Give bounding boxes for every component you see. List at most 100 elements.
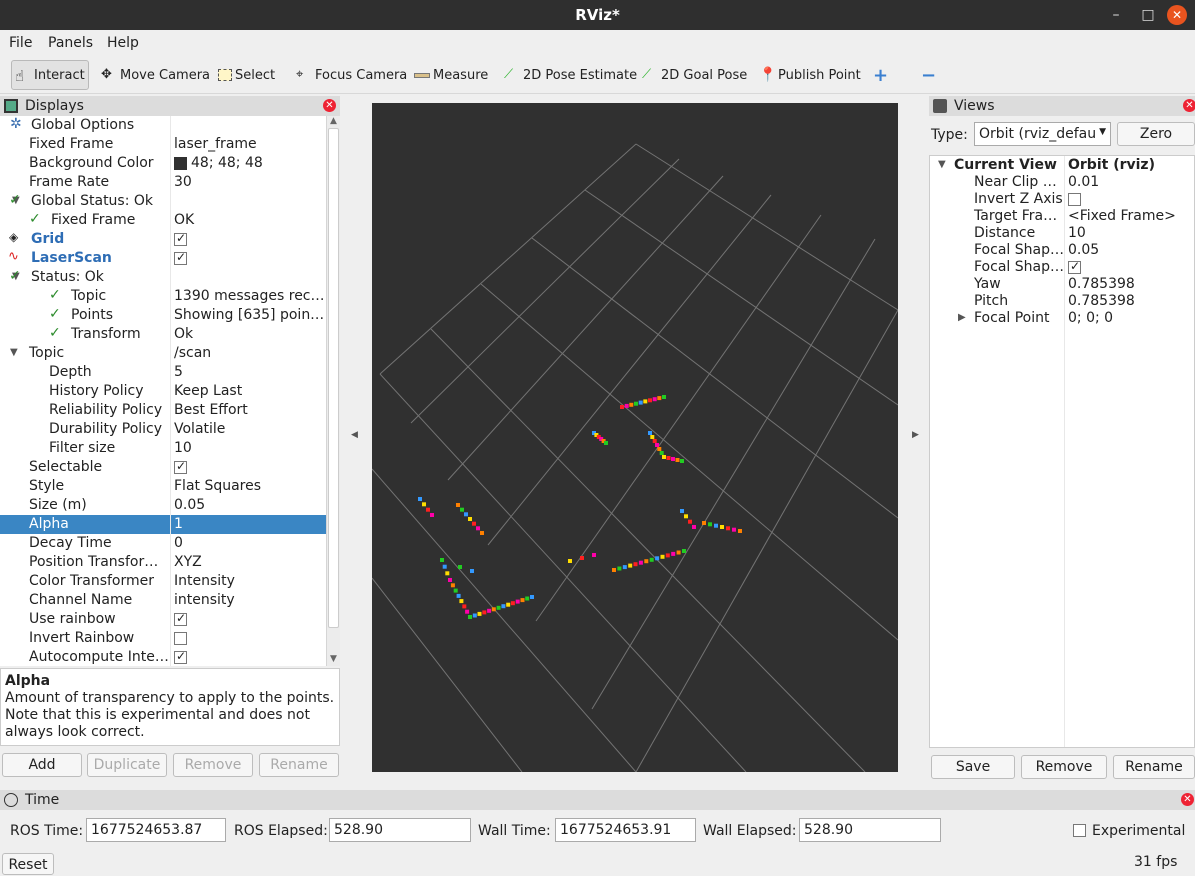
zero-button[interactable]: Zero (1117, 122, 1195, 146)
property-value[interactable]: 48; 48; 48 (174, 155, 263, 171)
property-value[interactable]: 1 (174, 516, 183, 532)
display-property-row[interactable]: Decay Time 0 (0, 534, 326, 553)
collapse-left-icon[interactable]: ◀ (351, 430, 358, 440)
property-checkbox[interactable] (174, 231, 187, 247)
pose-estimate-tool[interactable]: ⟋ 2D Pose Estimate (504, 60, 637, 90)
displays-scrollbar[interactable]: ▲ ▼ (326, 116, 340, 666)
property-checkbox[interactable] (174, 611, 187, 627)
close-icon[interactable]: ✕ (1181, 793, 1194, 806)
view-property-value[interactable]: 0.785398 (1068, 293, 1135, 309)
display-property-row[interactable]: Frame Rate 30 (0, 173, 326, 192)
view-property-row[interactable]: Pitch 0.785398 (930, 293, 1194, 310)
property-value[interactable]: 0.05 (174, 497, 205, 513)
expand-arrow-icon[interactable]: ▼ (938, 159, 946, 170)
view-property-row[interactable]: Focal Shap… (930, 259, 1194, 276)
property-checkbox[interactable] (174, 250, 187, 266)
display-property-row[interactable]: Style Flat Squares (0, 477, 326, 496)
ros-elapsed-field[interactable]: 528.90 (329, 818, 471, 842)
property-value[interactable]: Keep Last (174, 383, 242, 399)
display-property-row[interactable]: Fixed Frame laser_frame (0, 135, 326, 154)
property-value[interactable]: 5 (174, 364, 183, 380)
remove-tool-icon[interactable]: − (921, 60, 936, 90)
view-property-row[interactable]: Near Clip … 0.01 (930, 174, 1194, 191)
display-property-row[interactable]: ✓ Points Showing [635] poin… (0, 306, 326, 325)
expand-arrow-icon[interactable]: ▶ (958, 312, 966, 323)
remove-display-button[interactable]: Remove (173, 753, 253, 777)
display-property-row[interactable]: ✓ Topic 1390 messages rec… (0, 287, 326, 306)
property-value[interactable]: 30 (174, 174, 192, 190)
display-property-row[interactable]: ▼ Topic/scan (0, 344, 326, 363)
display-property-row[interactable]: ▼ ✓ Status: Ok (0, 268, 326, 287)
view-property-row[interactable]: Invert Z Axis (930, 191, 1194, 208)
measure-tool[interactable]: Measure (414, 60, 488, 90)
display-property-row[interactable]: Autocompute Inte… (0, 648, 326, 666)
display-property-row[interactable]: Position Transfor… XYZ (0, 553, 326, 572)
publish-point-tool[interactable]: 📍 Publish Point (759, 60, 861, 90)
remove-view-button[interactable]: Remove (1021, 755, 1107, 779)
property-value[interactable]: 0 (174, 535, 183, 551)
experimental-checkbox[interactable] (1073, 824, 1086, 837)
display-property-row[interactable]: ✓ Fixed Frame OK (0, 211, 326, 230)
add-tool-icon[interactable]: + (873, 60, 888, 90)
duplicate-button[interactable]: Duplicate (87, 753, 167, 777)
display-property-row[interactable]: History Policy Keep Last (0, 382, 326, 401)
close-icon[interactable]: ✕ (323, 99, 336, 112)
property-value[interactable]: 10 (174, 440, 192, 456)
display-property-row[interactable]: Use rainbow (0, 610, 326, 629)
view-type-select[interactable]: Orbit (rviz_defau ▼ (974, 122, 1111, 146)
display-property-row[interactable]: Alpha 1 (0, 515, 326, 534)
property-checkbox[interactable] (174, 649, 187, 665)
display-property-row[interactable]: Color Transformer Intensity (0, 572, 326, 591)
display-property-row[interactable]: Durability Policy Volatile (0, 420, 326, 439)
property-value[interactable]: OK (174, 212, 194, 228)
view-property-row[interactable]: Target Fra… <Fixed Frame> (930, 208, 1194, 225)
interact-tool[interactable]: ☝ Interact (11, 60, 89, 90)
view-property-value[interactable]: 0.01 (1068, 174, 1099, 190)
add-button[interactable]: Add (2, 753, 82, 777)
view-property-value[interactable]: <Fixed Frame> (1068, 208, 1176, 224)
view-property-value[interactable]: 0.05 (1068, 242, 1099, 258)
display-property-row[interactable]: ∿ LaserScan (0, 249, 326, 268)
display-property-row[interactable]: ✓ Transform Ok (0, 325, 326, 344)
property-value[interactable]: Volatile (174, 421, 225, 437)
property-value[interactable]: intensity (174, 592, 235, 608)
property-checkbox[interactable] (174, 459, 187, 475)
move-camera-tool[interactable]: ✥ Move Camera (101, 60, 210, 90)
menu-help[interactable]: Help (107, 35, 139, 51)
display-property-row[interactable]: Reliability Policy Best Effort (0, 401, 326, 420)
view-property-row[interactable]: Yaw 0.785398 (930, 276, 1194, 293)
property-value[interactable]: /scan (174, 345, 211, 361)
property-value[interactable]: Ok (174, 326, 193, 342)
view-property-checkbox[interactable] (1068, 191, 1081, 207)
minimize-button[interactable]: – (1106, 5, 1126, 25)
display-property-row[interactable]: Invert Rainbow (0, 629, 326, 648)
view-property-row[interactable]: ▶ Focal Point 0; 0; 0 (930, 310, 1194, 327)
view-property-row[interactable]: Focal Shap… 0.05 (930, 242, 1194, 259)
property-value[interactable]: Flat Squares (174, 478, 261, 494)
expand-arrow-icon[interactable]: ▼ (10, 347, 18, 358)
display-property-row[interactable]: Filter size 10 (0, 439, 326, 458)
view-property-value[interactable]: 0; 0; 0 (1068, 310, 1113, 326)
display-property-row[interactable]: ✲ Global Options (0, 116, 326, 135)
view-property-value[interactable]: Orbit (rviz) (1068, 157, 1155, 173)
menu-panels[interactable]: Panels (48, 35, 93, 51)
wall-time-field[interactable]: 1677524653.91 (555, 818, 696, 842)
display-property-row[interactable]: Selectable (0, 458, 326, 477)
display-property-row[interactable]: ▼ ✓ Global Status: Ok (0, 192, 326, 211)
property-value[interactable]: XYZ (174, 554, 202, 570)
save-view-button[interactable]: Save (931, 755, 1015, 779)
reset-button[interactable]: Reset (2, 853, 54, 875)
goal-pose-tool[interactable]: ⟋ 2D Goal Pose (642, 60, 747, 90)
view-property-checkbox[interactable] (1068, 259, 1081, 275)
collapse-right-icon[interactable]: ▶ (912, 430, 919, 440)
display-property-row[interactable]: ◈ Grid (0, 230, 326, 249)
view-property-row[interactable]: Distance 10 (930, 225, 1194, 242)
display-property-row[interactable]: Depth 5 (0, 363, 326, 382)
property-value[interactable]: Showing [635] poin… (174, 307, 324, 323)
ros-time-field[interactable]: 1677524653.87 (86, 818, 226, 842)
property-value[interactable]: 1390 messages rec… (174, 288, 325, 304)
view-property-value[interactable]: 0.785398 (1068, 276, 1135, 292)
close-icon[interactable]: ✕ (1183, 99, 1195, 112)
view-property-row[interactable]: ▼ Current View Orbit (rviz) (930, 157, 1194, 174)
display-property-row[interactable]: Background Color 48; 48; 48 (0, 154, 326, 173)
